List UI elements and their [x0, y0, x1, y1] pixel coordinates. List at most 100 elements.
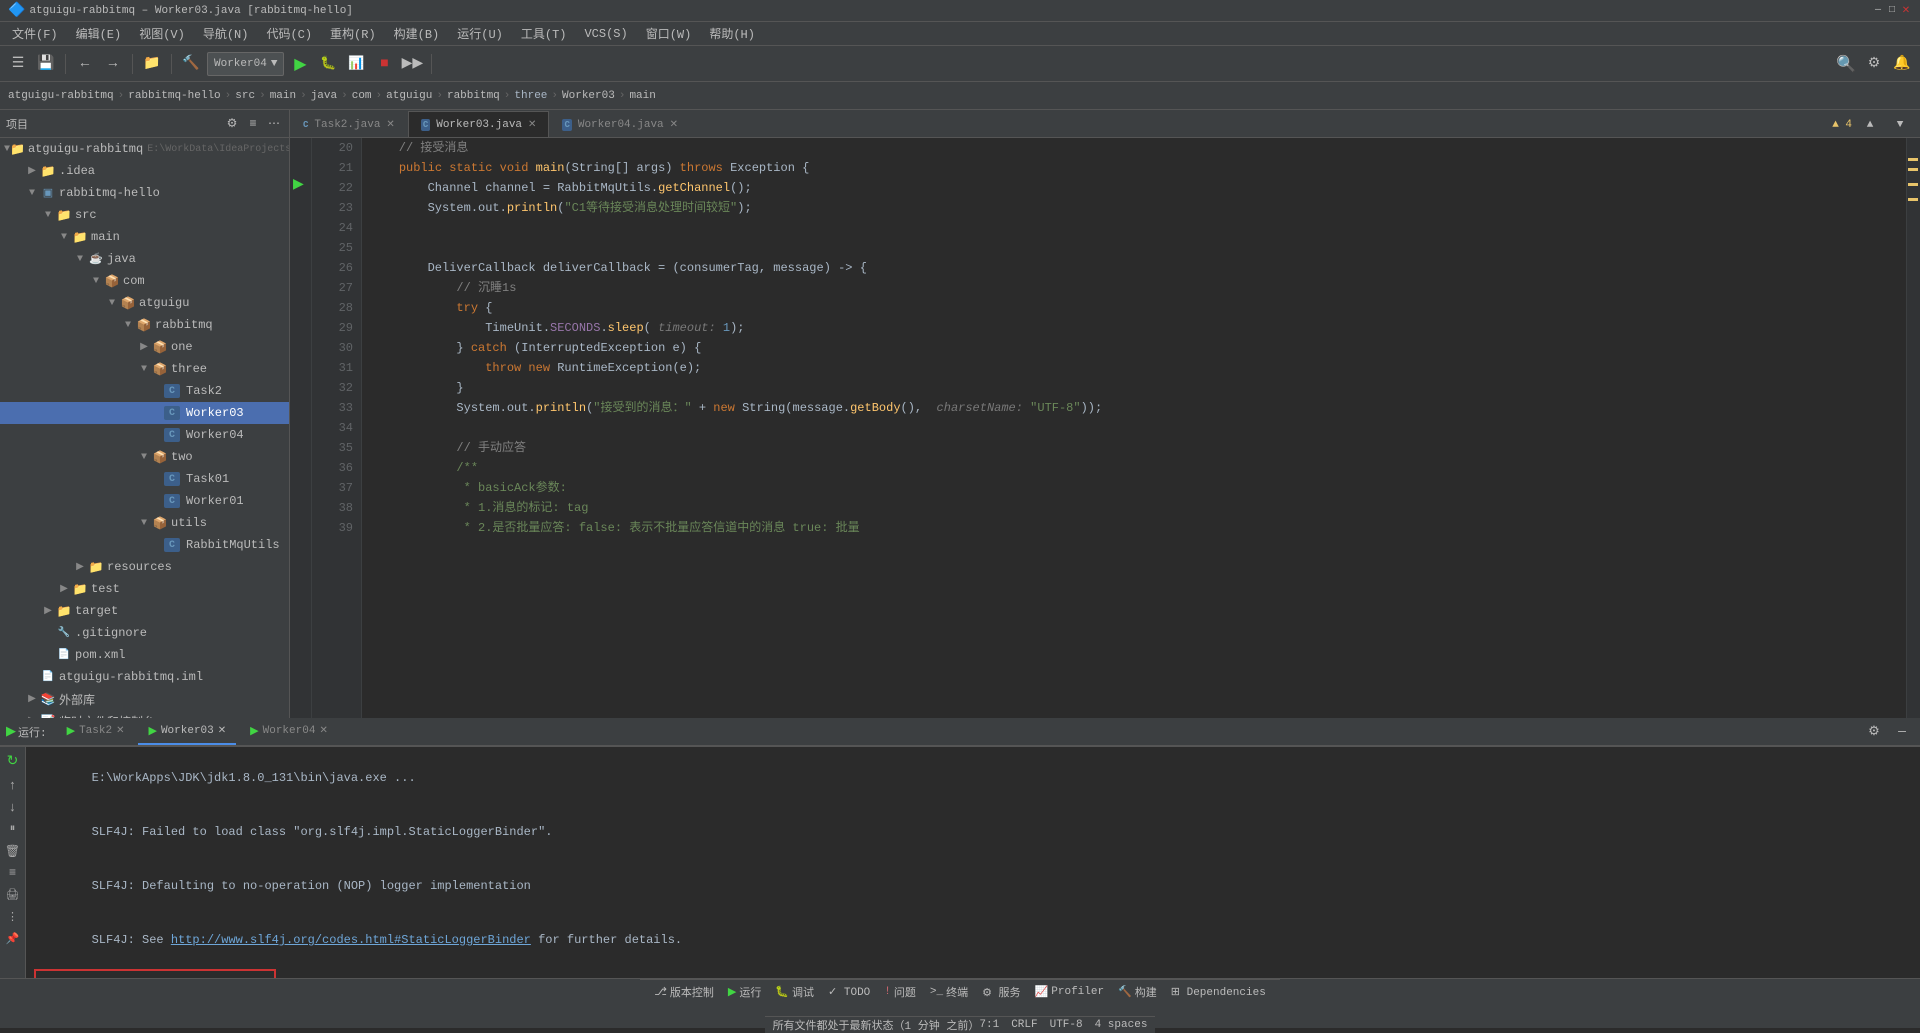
- toolbar-search-btn[interactable]: 🔍: [1834, 52, 1858, 76]
- tree-item-utils[interactable]: ▼ 📦 utils: [0, 512, 289, 534]
- tree-item-gitignore[interactable]: 🔧 .gitignore: [0, 622, 289, 644]
- tree-item-one[interactable]: ▶ 📦 one: [0, 336, 289, 358]
- stop-run-btn[interactable]: ↑: [5, 777, 21, 793]
- run-tab-task2-close[interactable]: ✕: [116, 725, 124, 737]
- menu-item-edit[interactable]: 编辑(E): [68, 23, 130, 44]
- menu-item-view[interactable]: 视图(V): [131, 23, 193, 44]
- toolbar-build-btn[interactable]: 🔨: [179, 52, 203, 76]
- run-gutter-btn[interactable]: ▶: [293, 176, 304, 193]
- tree-item-worker01[interactable]: C Worker01: [0, 490, 289, 512]
- tree-item-resources[interactable]: ▶ 📁 resources: [0, 556, 289, 578]
- tree-item-task01[interactable]: C Task01: [0, 468, 289, 490]
- tab-worker03-close[interactable]: ✕: [528, 119, 536, 131]
- tool-tab-profiler[interactable]: 📈 Profiler: [1029, 980, 1111, 1004]
- tree-item-java-folder[interactable]: ▼ ☕ java: [0, 248, 289, 270]
- pause-btn[interactable]: ⏸: [5, 821, 21, 837]
- tool-tab-vcs[interactable]: ⎇ 版本控制: [648, 980, 720, 1004]
- toolbar-settings-btn[interactable]: ⚙: [1862, 52, 1886, 76]
- tree-item-external-libs[interactable]: ▶ 📚 外部库: [0, 688, 289, 710]
- maximize-button[interactable]: □: [1886, 5, 1898, 17]
- status-line-sep[interactable]: CRLF: [1011, 1019, 1037, 1031]
- run-panel-settings-btn[interactable]: ⚙: [1862, 720, 1886, 744]
- sidebar-sort-btn[interactable]: ≡: [244, 115, 262, 133]
- run-config-dropdown[interactable]: Worker04 ▼: [207, 52, 284, 76]
- filter-btn[interactable]: ≡: [5, 865, 21, 881]
- status-encoding[interactable]: UTF-8: [1050, 1019, 1083, 1031]
- tool-tab-dependencies[interactable]: ⊞ Dependencies: [1165, 980, 1272, 1004]
- tree-item-pom[interactable]: 📄 pom.xml: [0, 644, 289, 666]
- tree-item-task2[interactable]: C Task2: [0, 380, 289, 402]
- tree-item-two[interactable]: ▼ 📦 two: [0, 446, 289, 468]
- tree-item-rabbitmq[interactable]: ▼ 📦 rabbitmq: [0, 314, 289, 336]
- tree-item-root[interactable]: ▼ 📁 atguigu-rabbitmq E:\WorkData\IdeaPro…: [0, 138, 289, 160]
- breadcrumb-project[interactable]: atguigu-rabbitmq: [8, 90, 114, 102]
- tool-tab-problems[interactable]: ! 问题: [878, 980, 922, 1004]
- tab-worker04-close[interactable]: ✕: [670, 119, 678, 131]
- menu-item-refactor[interactable]: 重构(R): [322, 23, 384, 44]
- tool-tab-debug[interactable]: 🐛 调试: [769, 980, 820, 1004]
- breadcrumb-worker03[interactable]: Worker03: [562, 90, 615, 102]
- pin-btn[interactable]: 📌: [5, 931, 21, 947]
- scroll-end-btn[interactable]: ↓: [5, 799, 21, 815]
- tool-tab-services[interactable]: ⚙ 服务: [976, 980, 1026, 1004]
- run-tab-worker04-close[interactable]: ✕: [319, 725, 327, 737]
- breadcrumb-module[interactable]: rabbitmq-hello: [128, 90, 220, 102]
- tree-item-worker03[interactable]: C Worker03: [0, 402, 289, 424]
- expand-btn[interactable]: ▼: [1888, 113, 1912, 137]
- menu-item-code[interactable]: 代码(C): [258, 23, 320, 44]
- tool-tab-run[interactable]: ▶ 运行: [722, 980, 767, 1004]
- run-tab-worker03-close[interactable]: ✕: [218, 725, 226, 737]
- run-tab-task2[interactable]: ▶ Task2 ✕: [57, 719, 135, 745]
- run-tab-worker03[interactable]: ▶ Worker03 ✕: [138, 719, 236, 745]
- tree-item-rabbitmqutils[interactable]: C RabbitMqUtils: [0, 534, 289, 556]
- sidebar-filter-btn[interactable]: ⋯: [265, 115, 283, 133]
- toolbar-notifications-btn[interactable]: 🔔: [1890, 52, 1914, 76]
- breadcrumb-three[interactable]: three: [514, 90, 547, 102]
- breadcrumb-main-method[interactable]: main: [629, 90, 655, 102]
- fold-btn[interactable]: ⋮: [5, 909, 21, 925]
- console-link-slf4j[interactable]: http://www.slf4j.org/codes.html#StaticLo…: [171, 933, 531, 947]
- sidebar-settings-btn[interactable]: ⚙: [223, 115, 241, 133]
- toolbar-profile-btn[interactable]: 📊: [344, 52, 368, 76]
- breadcrumb-rabbitmq[interactable]: rabbitmq: [447, 90, 500, 102]
- clear-btn[interactable]: 🗑: [5, 843, 21, 859]
- tree-item-worker04[interactable]: C Worker04: [0, 424, 289, 446]
- status-message[interactable]: 所有文件都处于最新状态（1 分钟 之前）: [773, 1017, 980, 1033]
- title-bar-controls[interactable]: — □ ✕: [1872, 5, 1912, 17]
- tree-item-scratch[interactable]: ▶ 📝 临时文件和控制台: [0, 710, 289, 718]
- tree-item-src[interactable]: ▼ 📁 src: [0, 204, 289, 226]
- breadcrumb-atguigu[interactable]: atguigu: [386, 90, 432, 102]
- code-content[interactable]: // 接受消息 public static void main(String[]…: [362, 138, 1906, 718]
- tab-worker03[interactable]: C Worker03.java ✕: [408, 111, 550, 137]
- tree-item-idea[interactable]: ▶ 📁 .idea: [0, 160, 289, 182]
- tree-item-target[interactable]: ▶ 📁 target: [0, 600, 289, 622]
- breadcrumb-src[interactable]: src: [235, 90, 255, 102]
- menu-item-vcs[interactable]: VCS(S): [576, 25, 635, 43]
- tree-item-three[interactable]: ▼ 📦 three: [0, 358, 289, 380]
- collapse-all-btn[interactable]: ▲: [1858, 113, 1882, 137]
- tab-task2[interactable]: C Task2.java ✕: [290, 111, 408, 137]
- menu-item-window[interactable]: 窗口(W): [638, 23, 700, 44]
- tree-item-test[interactable]: ▶ 📁 test: [0, 578, 289, 600]
- menu-item-run[interactable]: 运行(U): [449, 23, 511, 44]
- toolbar-file-btn[interactable]: 📁: [140, 52, 164, 76]
- toolbar-more-btn[interactable]: ▶▶: [400, 52, 424, 76]
- tree-item-atguigu[interactable]: ▼ 📦 atguigu: [0, 292, 289, 314]
- toolbar-back-btn[interactable]: ←: [73, 52, 97, 76]
- toolbar-forward-btn[interactable]: →: [101, 52, 125, 76]
- menu-item-tools[interactable]: 工具(T): [513, 23, 575, 44]
- tab-task2-close[interactable]: ✕: [386, 119, 394, 131]
- menu-item-file[interactable]: 文件(F): [4, 23, 66, 44]
- toolbar-menu-btn[interactable]: ☰: [6, 52, 30, 76]
- tree-item-iml[interactable]: 📄 atguigu-rabbitmq.iml: [0, 666, 289, 688]
- tab-worker04[interactable]: C Worker04.java ✕: [549, 111, 691, 137]
- tree-item-com[interactable]: ▼ 📦 com: [0, 270, 289, 292]
- close-button[interactable]: ✕: [1900, 5, 1912, 17]
- menu-item-navigate[interactable]: 导航(N): [195, 23, 257, 44]
- tree-item-module[interactable]: ▼ ▣ rabbitmq-hello: [0, 182, 289, 204]
- rerun-btn[interactable]: ↻: [5, 753, 21, 769]
- menu-item-build[interactable]: 构建(B): [386, 23, 448, 44]
- status-cursor-pos[interactable]: 7:1: [979, 1019, 999, 1031]
- minimize-button[interactable]: —: [1872, 5, 1884, 17]
- breadcrumb-java[interactable]: java: [311, 90, 337, 102]
